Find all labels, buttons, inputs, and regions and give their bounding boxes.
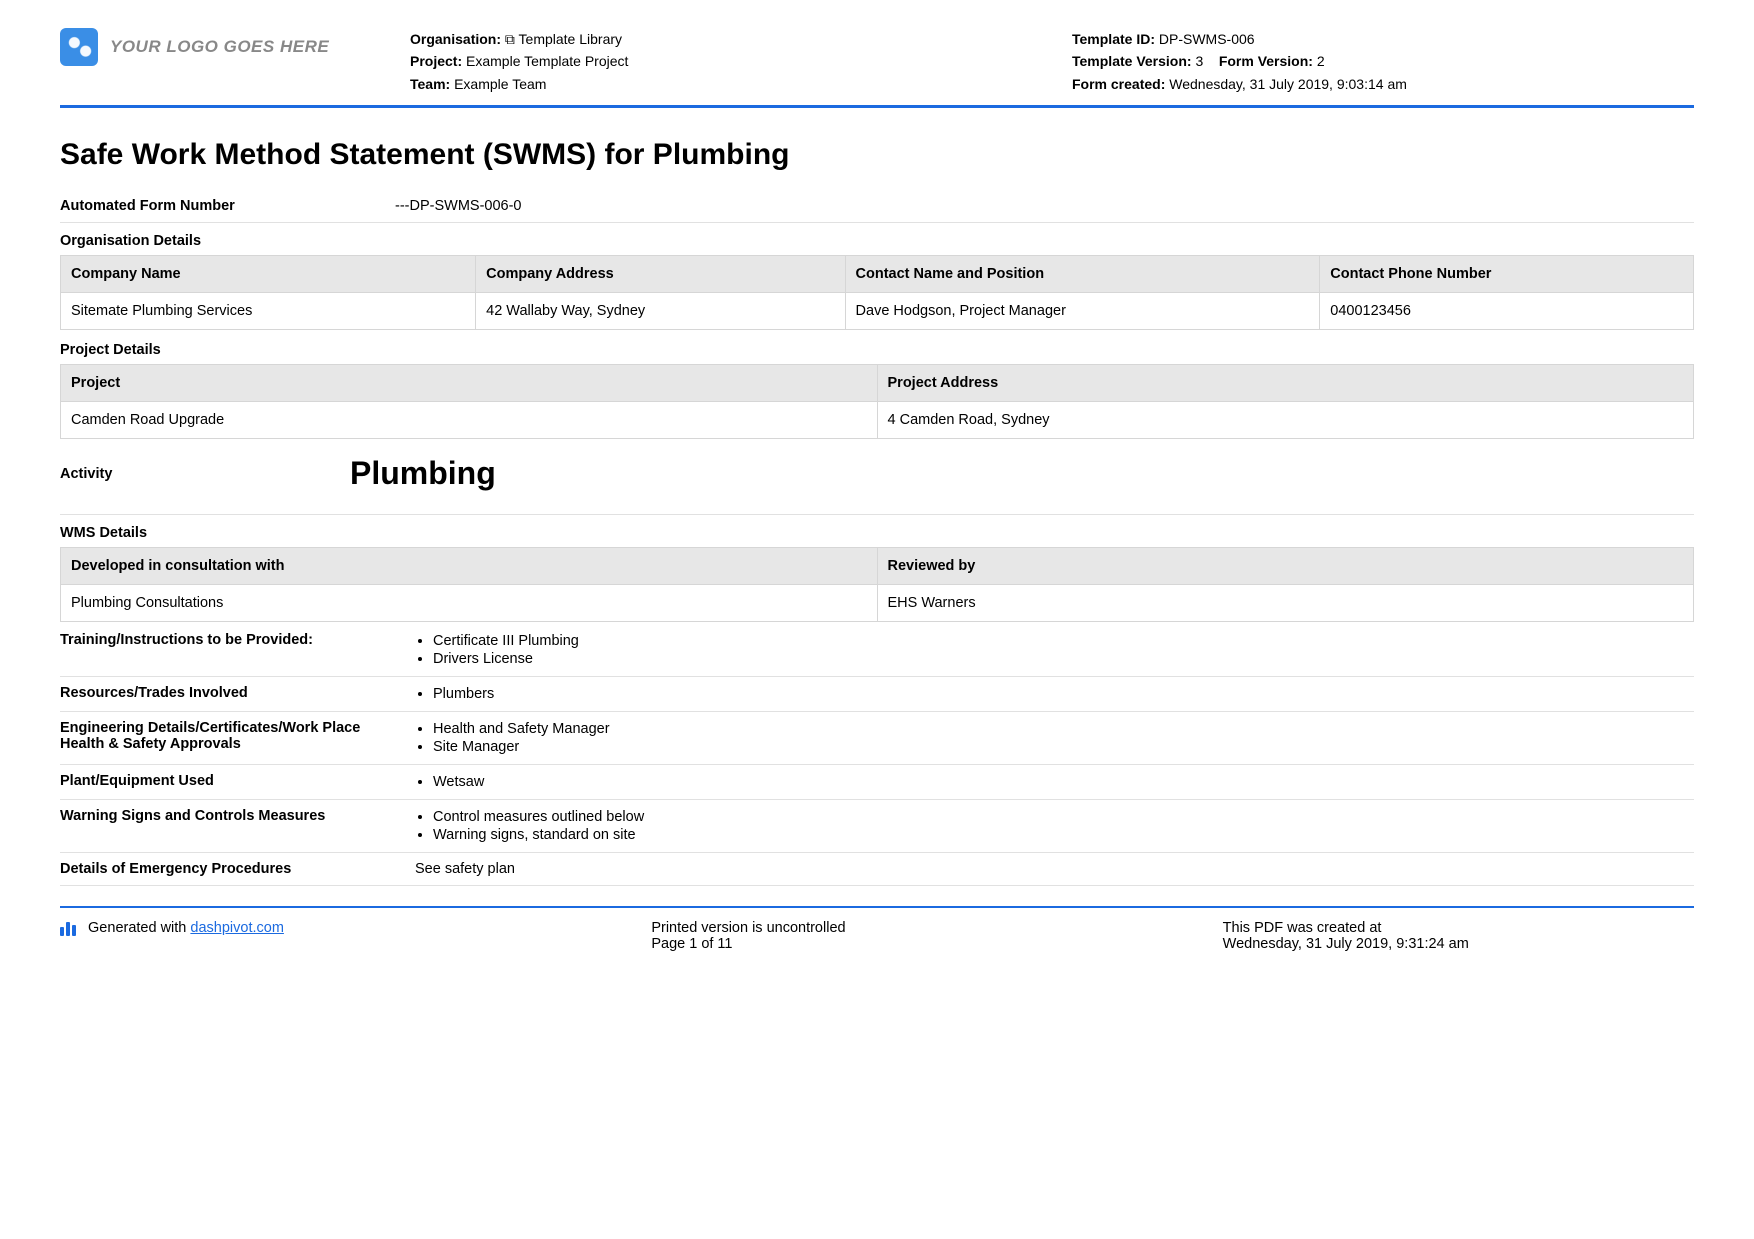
proj-col-0: Project xyxy=(61,365,878,402)
resources-row: Resources/Trades Involved Plumbers xyxy=(60,677,1694,712)
afn-row: Automated Form Number ---DP-SWMS-006-0 xyxy=(60,190,1694,223)
generated-prefix: Generated with xyxy=(88,920,190,936)
proj-cell-1: 4 Camden Road, Sydney xyxy=(877,402,1694,439)
engineering-list: Health and Safety Manager Site Manager xyxy=(415,720,1694,756)
org-cell-2: Dave Hodgson, Project Manager xyxy=(845,293,1320,330)
header-meta-right: Template ID: DP-SWMS-006 Template Versio… xyxy=(1072,28,1694,95)
footer-center: Printed version is uncontrolled Page 1 o… xyxy=(531,920,1122,952)
page-title: Safe Work Method Statement (SWMS) for Pl… xyxy=(60,138,1694,172)
list-item: Certificate III Plumbing xyxy=(433,632,1694,650)
wms-cell-0: Plumbing Consultations xyxy=(61,585,878,622)
created-value: Wednesday, 31 July 2019, 9:31:24 am xyxy=(1223,936,1694,952)
generated-link[interactable]: dashpivot.com xyxy=(190,920,284,936)
afn-label: Automated Form Number xyxy=(60,198,395,214)
emergency-value: See safety plan xyxy=(395,861,1694,877)
template-id-label: Template ID: xyxy=(1072,31,1155,47)
training-row: Training/Instructions to be Provided: Ce… xyxy=(60,624,1694,677)
project-details-table: Project Project Address Camden Road Upgr… xyxy=(60,364,1694,439)
activity-value: Plumbing xyxy=(350,455,496,492)
org-col-0: Company Name xyxy=(61,256,476,293)
printed-text: Printed version is uncontrolled xyxy=(651,920,1122,936)
plant-row: Plant/Equipment Used Wetsaw xyxy=(60,765,1694,800)
wms-heading: WMS Details xyxy=(60,515,1694,547)
template-id-value: DP-SWMS-006 xyxy=(1159,31,1255,47)
engineering-label: Engineering Details/Certificates/Work Pl… xyxy=(60,720,395,756)
list-item: Drivers License xyxy=(433,650,1694,668)
list-item: Warning signs, standard on site xyxy=(433,826,1694,844)
project-details-heading: Project Details xyxy=(60,332,1694,364)
team-label: Team: xyxy=(410,76,450,92)
list-item: Control measures outlined below xyxy=(433,808,1694,826)
resources-label: Resources/Trades Involved xyxy=(60,685,395,703)
template-version-label: Template Version: xyxy=(1072,53,1192,69)
training-list: Certificate III Plumbing Drivers License xyxy=(415,632,1694,668)
proj-col-1: Project Address xyxy=(877,365,1694,402)
form-version-label: Form Version: xyxy=(1219,53,1313,69)
plant-label: Plant/Equipment Used xyxy=(60,773,395,791)
project-value: Example Template Project xyxy=(466,53,628,69)
logo-block: YOUR LOGO GOES HERE xyxy=(60,28,370,66)
form-version-value: 2 xyxy=(1317,53,1325,69)
wms-table: Developed in consultation with Reviewed … xyxy=(60,547,1694,622)
table-row: Sitemate Plumbing Services 42 Wallaby Wa… xyxy=(61,293,1694,330)
form-created-value: Wednesday, 31 July 2019, 9:03:14 am xyxy=(1169,76,1407,92)
warning-row: Warning Signs and Controls Measures Cont… xyxy=(60,800,1694,853)
logo-icon xyxy=(60,28,98,66)
warning-label: Warning Signs and Controls Measures xyxy=(60,808,395,844)
afn-value: ---DP-SWMS-006-0 xyxy=(395,198,1694,214)
table-row: Camden Road Upgrade 4 Camden Road, Sydne… xyxy=(61,402,1694,439)
resources-list: Plumbers xyxy=(415,685,1694,703)
logo-placeholder-text: YOUR LOGO GOES HERE xyxy=(110,37,329,57)
wms-cell-1: EHS Warners xyxy=(877,585,1694,622)
form-created-label: Form created: xyxy=(1072,76,1165,92)
org-details-table: Company Name Company Address Contact Nam… xyxy=(60,255,1694,330)
org-label: Organisation: xyxy=(410,31,501,47)
template-version-value: 3 xyxy=(1195,53,1203,69)
org-cell-1: 42 Wallaby Way, Sydney xyxy=(476,293,845,330)
proj-cell-0: Camden Road Upgrade xyxy=(61,402,878,439)
page-number: Page 1 of 11 xyxy=(651,936,1122,952)
org-cell-0: Sitemate Plumbing Services xyxy=(61,293,476,330)
org-col-1: Company Address xyxy=(476,256,845,293)
engineering-row: Engineering Details/Certificates/Work Pl… xyxy=(60,712,1694,765)
org-cell-3: 0400123456 xyxy=(1320,293,1694,330)
wms-col-1: Reviewed by xyxy=(877,548,1694,585)
wms-col-0: Developed in consultation with xyxy=(61,548,878,585)
training-label: Training/Instructions to be Provided: xyxy=(60,632,395,668)
warning-list: Control measures outlined below Warning … xyxy=(415,808,1694,844)
org-col-2: Contact Name and Position xyxy=(845,256,1320,293)
org-details-heading: Organisation Details xyxy=(60,223,1694,255)
footer: Generated with dashpivot.com Printed ver… xyxy=(60,908,1694,952)
team-value: Example Team xyxy=(454,76,546,92)
header-rule xyxy=(60,105,1694,108)
list-item: Plumbers xyxy=(433,685,1694,703)
activity-label: Activity xyxy=(60,466,350,482)
org-value: ⧉ Template Library xyxy=(505,31,622,47)
table-row: Plumbing Consultations EHS Warners xyxy=(61,585,1694,622)
footer-left: Generated with dashpivot.com xyxy=(60,920,531,952)
bars-icon xyxy=(60,920,78,936)
emergency-row: Details of Emergency Procedures See safe… xyxy=(60,853,1694,886)
created-label: This PDF was created at xyxy=(1223,920,1694,936)
project-label: Project: xyxy=(410,53,462,69)
plant-list: Wetsaw xyxy=(415,773,1694,791)
emergency-label: Details of Emergency Procedures xyxy=(60,861,395,877)
activity-row: Activity Plumbing xyxy=(60,441,1694,515)
header-meta-left: Organisation: ⧉ Template Library Project… xyxy=(410,28,1032,95)
footer-right: This PDF was created at Wednesday, 31 Ju… xyxy=(1123,920,1694,952)
header: YOUR LOGO GOES HERE Organisation: ⧉ Temp… xyxy=(60,28,1694,105)
list-item: Site Manager xyxy=(433,738,1694,756)
list-item: Wetsaw xyxy=(433,773,1694,791)
list-item: Health and Safety Manager xyxy=(433,720,1694,738)
org-col-3: Contact Phone Number xyxy=(1320,256,1694,293)
